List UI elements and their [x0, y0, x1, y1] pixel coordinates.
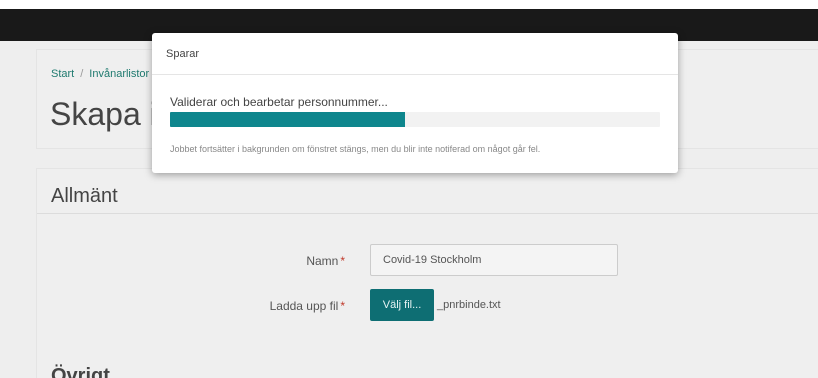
- name-input[interactable]: Covid-19 Stockholm: [370, 244, 618, 276]
- required-mark: *: [340, 299, 345, 313]
- upload-field-label: Ladda upp fil *: [145, 299, 345, 313]
- section-divider: [37, 213, 818, 214]
- progress-label: Validerar och bearbetar personnummer...: [170, 95, 388, 109]
- required-mark: *: [340, 254, 345, 268]
- progress-bar-fill: [170, 112, 406, 127]
- saving-dialog: Sparar Validerar och bearbetar personnum…: [152, 33, 678, 173]
- general-section: Allmänt Namn * Covid-19 Stockholm Ladda u…: [36, 168, 818, 378]
- breadcrumb-separator: /: [80, 68, 84, 80]
- choose-file-button[interactable]: Välj fil...: [370, 289, 434, 321]
- dialog-note: Jobbet fortsätter i bakgrunden om fönstr…: [170, 144, 541, 154]
- section-title-other: Övrigt: [51, 365, 110, 378]
- breadcrumb-start-link[interactable]: Start: [51, 68, 74, 80]
- name-field-label: Namn *: [145, 254, 345, 268]
- dialog-body: Validerar och bearbetar personnummer...: [152, 75, 678, 127]
- section-title-general: Allmänt: [51, 185, 118, 207]
- dialog-title: Sparar: [166, 48, 200, 60]
- upload-label-text: Ladda upp fil: [269, 299, 339, 313]
- progress-bar: [170, 112, 660, 127]
- breadcrumb: Start / Invånarlistor: [51, 68, 149, 80]
- breadcrumb-current-link[interactable]: Invånarlistor: [89, 68, 149, 80]
- dialog-header: Sparar: [152, 33, 678, 75]
- selected-file-name: _pnrbinde.txt: [437, 299, 501, 311]
- name-label-text: Namn: [306, 254, 339, 268]
